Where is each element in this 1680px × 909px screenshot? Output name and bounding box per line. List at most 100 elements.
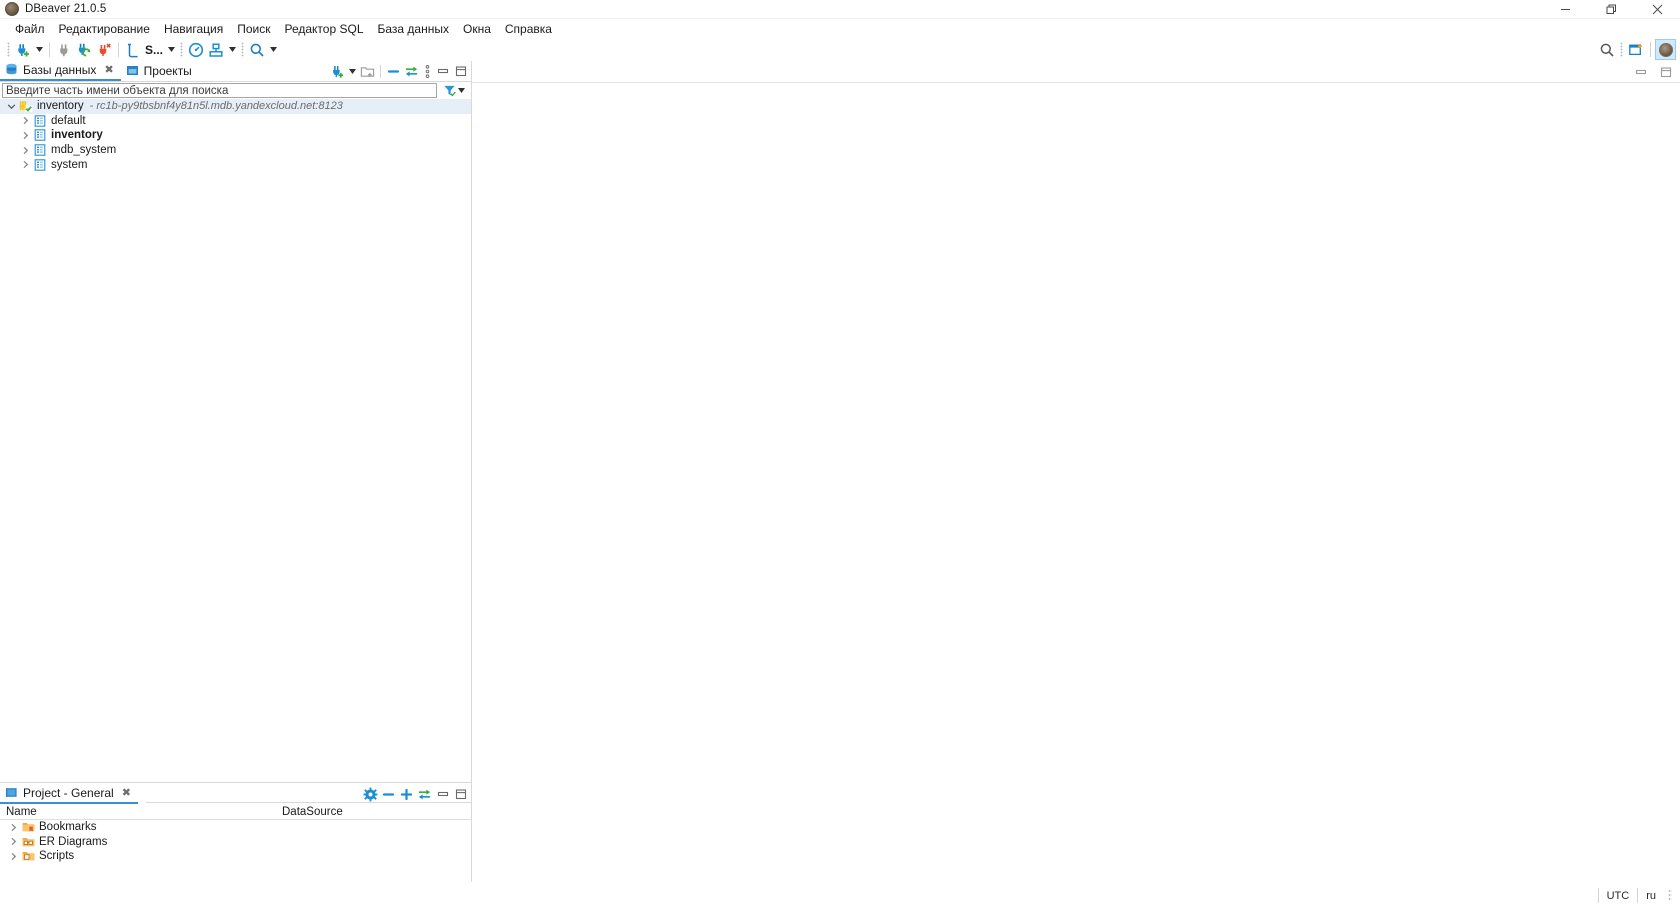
connection-clickhouse-connected-icon	[18, 99, 34, 113]
tree-item-database-mdb-system[interactable]: mdb_system	[0, 143, 471, 158]
disconnect-button[interactable]	[54, 40, 74, 60]
project-panel: Project - General ✖ Name DataSource Book…	[0, 782, 471, 882]
project-toolbar	[362, 785, 469, 803]
resize-grip[interactable]	[1668, 889, 1672, 902]
data-transfer-icon[interactable]	[206, 40, 226, 60]
chevron-right-icon[interactable]	[18, 158, 32, 172]
menu-navigate[interactable]: Навигация	[157, 20, 230, 38]
chevron-right-icon[interactable]	[6, 849, 20, 863]
sql-editor-icon[interactable]	[123, 40, 143, 60]
tab-projects[interactable]: Проекты	[121, 61, 199, 81]
list-item-er-diagrams[interactable]: ER Diagrams	[0, 835, 471, 850]
refresh-connection-button[interactable]	[74, 40, 94, 60]
new-connection-button[interactable]	[329, 62, 346, 80]
maximize-panel-button[interactable]	[452, 785, 469, 803]
tools-group	[186, 40, 238, 60]
open-perspective-icon[interactable]	[1626, 40, 1646, 60]
tab-databases[interactable]: Базы данных ✖	[0, 61, 121, 81]
close-icon[interactable]: ✖	[122, 786, 131, 799]
chevron-down-icon[interactable]	[4, 99, 18, 113]
list-item-bookmarks[interactable]: Bookmarks	[0, 820, 471, 835]
column-name[interactable]: Name	[0, 806, 276, 818]
chevron-right-icon[interactable]	[6, 820, 20, 834]
project-icon	[5, 786, 18, 799]
tree-item-database-default[interactable]: default	[0, 114, 471, 129]
minimize-panel-button[interactable]	[434, 785, 451, 803]
menu-help[interactable]: Справка	[498, 20, 559, 38]
database-tree[interactable]: inventory - rc1b-py9tbsbnf4y81n5l.mdb.ya…	[0, 99, 471, 782]
tree-item-label: system	[51, 158, 88, 171]
link-with-editor-button[interactable]	[403, 62, 420, 80]
toolbar-drag-handle[interactable]	[241, 42, 245, 57]
project-tree[interactable]: Bookmarks ER Diagrams Scripts	[0, 820, 471, 882]
menu-edit[interactable]: Редактирование	[52, 20, 157, 38]
database-icon	[32, 114, 48, 128]
tree-item-label: mdb_system	[51, 144, 117, 157]
search-dropdown[interactable]	[267, 40, 279, 60]
database-navigator-panel: Базы данных ✖ Проекты Введите часть имен…	[0, 61, 471, 782]
collapse-all-button[interactable]	[385, 62, 402, 80]
new-connection-button[interactable]	[13, 40, 33, 60]
tree-item-label: default	[51, 114, 86, 127]
minimize-editor-button[interactable]	[1632, 63, 1649, 81]
filter-icon[interactable]	[443, 84, 456, 97]
link-with-editor-button[interactable]	[416, 785, 433, 803]
toolbar-drag-handle[interactable]	[1620, 42, 1623, 57]
chevron-right-icon[interactable]	[18, 128, 32, 142]
view-menu-button[interactable]	[421, 62, 433, 80]
toolbar-drag-handle[interactable]	[180, 42, 184, 57]
status-timezone[interactable]: UTC	[1597, 888, 1638, 903]
gear-icon[interactable]	[362, 785, 379, 803]
tab-project-general[interactable]: Project - General ✖	[0, 784, 138, 804]
tree-item-database-system[interactable]: system	[0, 157, 471, 172]
menu-windows[interactable]: Окна	[456, 20, 498, 38]
chevron-right-icon[interactable]	[18, 143, 32, 157]
search-input[interactable]	[2, 83, 437, 98]
tree-item-label: inventory	[37, 100, 84, 113]
minimize-window-button[interactable]	[1542, 0, 1588, 19]
list-item-label: ER Diagrams	[39, 835, 108, 848]
toolbar-drag-handle[interactable]	[7, 42, 10, 57]
window-title: DBeaver 21.0.5	[25, 3, 107, 15]
connection-state-group	[54, 40, 114, 60]
toolbar-separator	[118, 42, 119, 57]
restore-window-button[interactable]	[1588, 0, 1634, 19]
menu-file[interactable]: Файл	[8, 20, 52, 38]
user-avatar-icon[interactable]	[1655, 39, 1676, 60]
sql-editor-dropdown[interactable]	[165, 40, 177, 60]
minimize-panel-button[interactable]	[434, 62, 451, 80]
disconnect-all-button[interactable]	[94, 40, 114, 60]
menu-sql-editor[interactable]: Редактор SQL	[277, 20, 370, 38]
connection-toolbar-group	[13, 40, 45, 60]
close-window-button[interactable]	[1634, 0, 1680, 19]
status-locale[interactable]: ru	[1637, 888, 1664, 903]
new-connection-dropdown[interactable]	[33, 40, 45, 60]
editor-area[interactable]	[472, 61, 1680, 882]
search-icon[interactable]	[1597, 40, 1617, 60]
tree-item-database-inventory[interactable]: inventory	[0, 128, 471, 143]
dashboard-gauge-icon[interactable]	[186, 40, 206, 60]
tab-databases-label: Базы данных	[23, 62, 97, 77]
expand-all-button[interactable]	[398, 785, 415, 803]
collapse-all-button[interactable]	[380, 785, 397, 803]
new-folder-button[interactable]	[359, 62, 376, 80]
connection-host-label: - rc1b-py9tbsbnf4y81n5l.mdb.yandexcloud.…	[89, 100, 343, 113]
sql-editor-group: S...	[123, 40, 177, 60]
filter-dropdown[interactable]	[458, 88, 465, 93]
dbeaver-beaver-icon	[5, 2, 19, 16]
data-transfer-dropdown[interactable]	[226, 40, 238, 60]
menu-search[interactable]: Поиск	[230, 20, 277, 38]
column-datasource[interactable]: DataSource	[276, 806, 343, 818]
maximize-panel-button[interactable]	[452, 62, 469, 80]
chevron-right-icon[interactable]	[6, 835, 20, 849]
list-item-scripts[interactable]: Scripts	[0, 849, 471, 864]
close-icon[interactable]: ✖	[104, 63, 113, 76]
tree-item-connection-inventory[interactable]: inventory - rc1b-py9tbsbnf4y81n5l.mdb.ya…	[0, 99, 471, 114]
chevron-right-icon[interactable]	[18, 114, 32, 128]
navigator-search-row	[0, 82, 471, 99]
new-connection-dropdown[interactable]	[347, 62, 358, 80]
menu-database[interactable]: База данных	[371, 20, 456, 38]
status-bar: UTC ru	[0, 882, 1680, 909]
search-icon[interactable]	[247, 40, 267, 60]
maximize-editor-button[interactable]	[1657, 63, 1674, 81]
